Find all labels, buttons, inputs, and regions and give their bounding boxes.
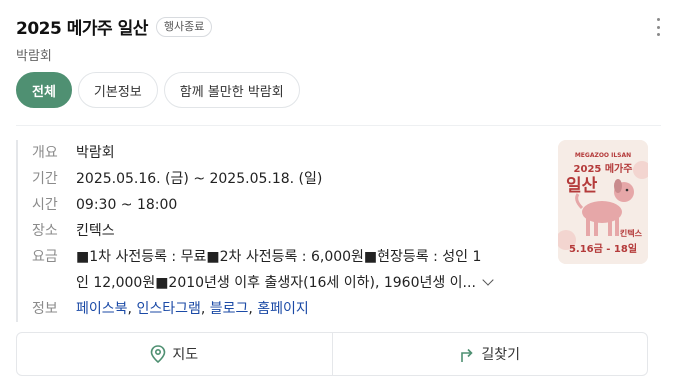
poster-venue: 킨텍스 <box>619 229 642 238</box>
info-row-fee: 요금 ■1차 사전등록 : 무료■2차 사전등록 : 6,000원■현장등록 :… <box>32 244 546 296</box>
tab-related-fairs[interactable]: 함께 볼만한 박람회 <box>163 72 300 108</box>
directions-arrow-icon <box>461 348 474 362</box>
link-homepage[interactable]: 홈페이지 <box>257 301 309 317</box>
action-bar: 지도 길찾기 <box>16 332 648 376</box>
chevron-down-icon[interactable] <box>482 274 494 286</box>
time-label: 시간 <box>32 197 58 213</box>
tab-bar: 전체 기본정보 함께 볼만한 박람회 <box>16 72 300 108</box>
info-row-links: 정보 페이스북, 인스타그램, 블로그, 홈페이지 <box>32 296 546 322</box>
info-row-period: 기간 2025.05.16. (금) ~ 2025.05.18. (일) <box>32 166 546 192</box>
link-instagram[interactable]: 인스타그램 <box>136 301 200 317</box>
tab-basic-info[interactable]: 기본정보 <box>77 72 158 108</box>
info-row-time: 시간 09:30 ~ 18:00 <box>32 192 546 218</box>
info-row-place: 장소 킨텍스 <box>32 218 546 244</box>
poster-date: 5.16금 - 18일 <box>568 244 638 255</box>
poster-small-text: MEGAZOO ILSAN <box>574 152 632 159</box>
category-label: 박람회 <box>16 49 52 64</box>
place-label: 장소 <box>32 223 58 239</box>
poster-big-text: 일산 <box>566 176 598 196</box>
title-row: 2025 메가주 일산 행사종료 <box>16 14 661 39</box>
map-button[interactable]: 지도 <box>17 333 332 375</box>
links-label: 정보 <box>32 301 58 317</box>
link-blog[interactable]: 블로그 <box>210 301 249 317</box>
overview-label: 개요 <box>32 145 58 161</box>
overview-link[interactable]: 박람회 <box>76 140 115 166</box>
fee-value: ■1차 사전등록 : 무료■2차 사전등록 : 6,000원■현장등록 : 성인… <box>76 244 494 296</box>
directions-button[interactable]: 길찾기 <box>331 333 648 375</box>
link-separator: , <box>200 301 206 317</box>
info-row-overview: 개요 박람회 <box>32 140 546 166</box>
status-badge: 행사종료 <box>155 16 213 37</box>
link-separator: , <box>248 301 253 317</box>
links-value: 페이스북, 인스타그램, 블로그, 홈페이지 <box>76 296 309 322</box>
info-panel: 개요 박람회 기간 2025.05.16. (금) ~ 2025.05.18. … <box>16 140 546 322</box>
link-facebook[interactable]: 페이스북 <box>76 301 128 317</box>
event-poster[interactable]: MEGAZOO ILSAN 2025 메가주 일산 킨텍스 5.16금 - 18… <box>558 140 648 264</box>
fee-label: 요금 <box>32 249 58 265</box>
place-link[interactable]: 킨텍스 <box>76 218 115 244</box>
link-separator: , <box>127 301 132 317</box>
period-label: 기간 <box>32 171 58 187</box>
directions-label: 길찾기 <box>481 347 521 363</box>
page-title: 2025 메가주 일산 <box>16 19 148 39</box>
tab-all[interactable]: 전체 <box>16 72 72 108</box>
fee-line-2: 인 12,000원■2010년생 이후 출생자(16세 이하), 1960년생 … <box>76 275 476 291</box>
time-value: 09:30 ~ 18:00 <box>76 197 178 213</box>
header: 2025 메가주 일산 행사종료 박람회 <box>16 14 661 64</box>
divider <box>16 125 661 126</box>
map-label: 지도 <box>172 347 199 363</box>
more-vertical-icon[interactable] <box>651 18 665 36</box>
fee-line-1: ■1차 사전등록 : 무료■2차 사전등록 : 6,000원■현장등록 : 성인… <box>76 249 482 265</box>
period-value: 2025.05.16. (금) ~ 2025.05.18. (일) <box>76 171 323 187</box>
map-pin-icon <box>151 345 166 363</box>
